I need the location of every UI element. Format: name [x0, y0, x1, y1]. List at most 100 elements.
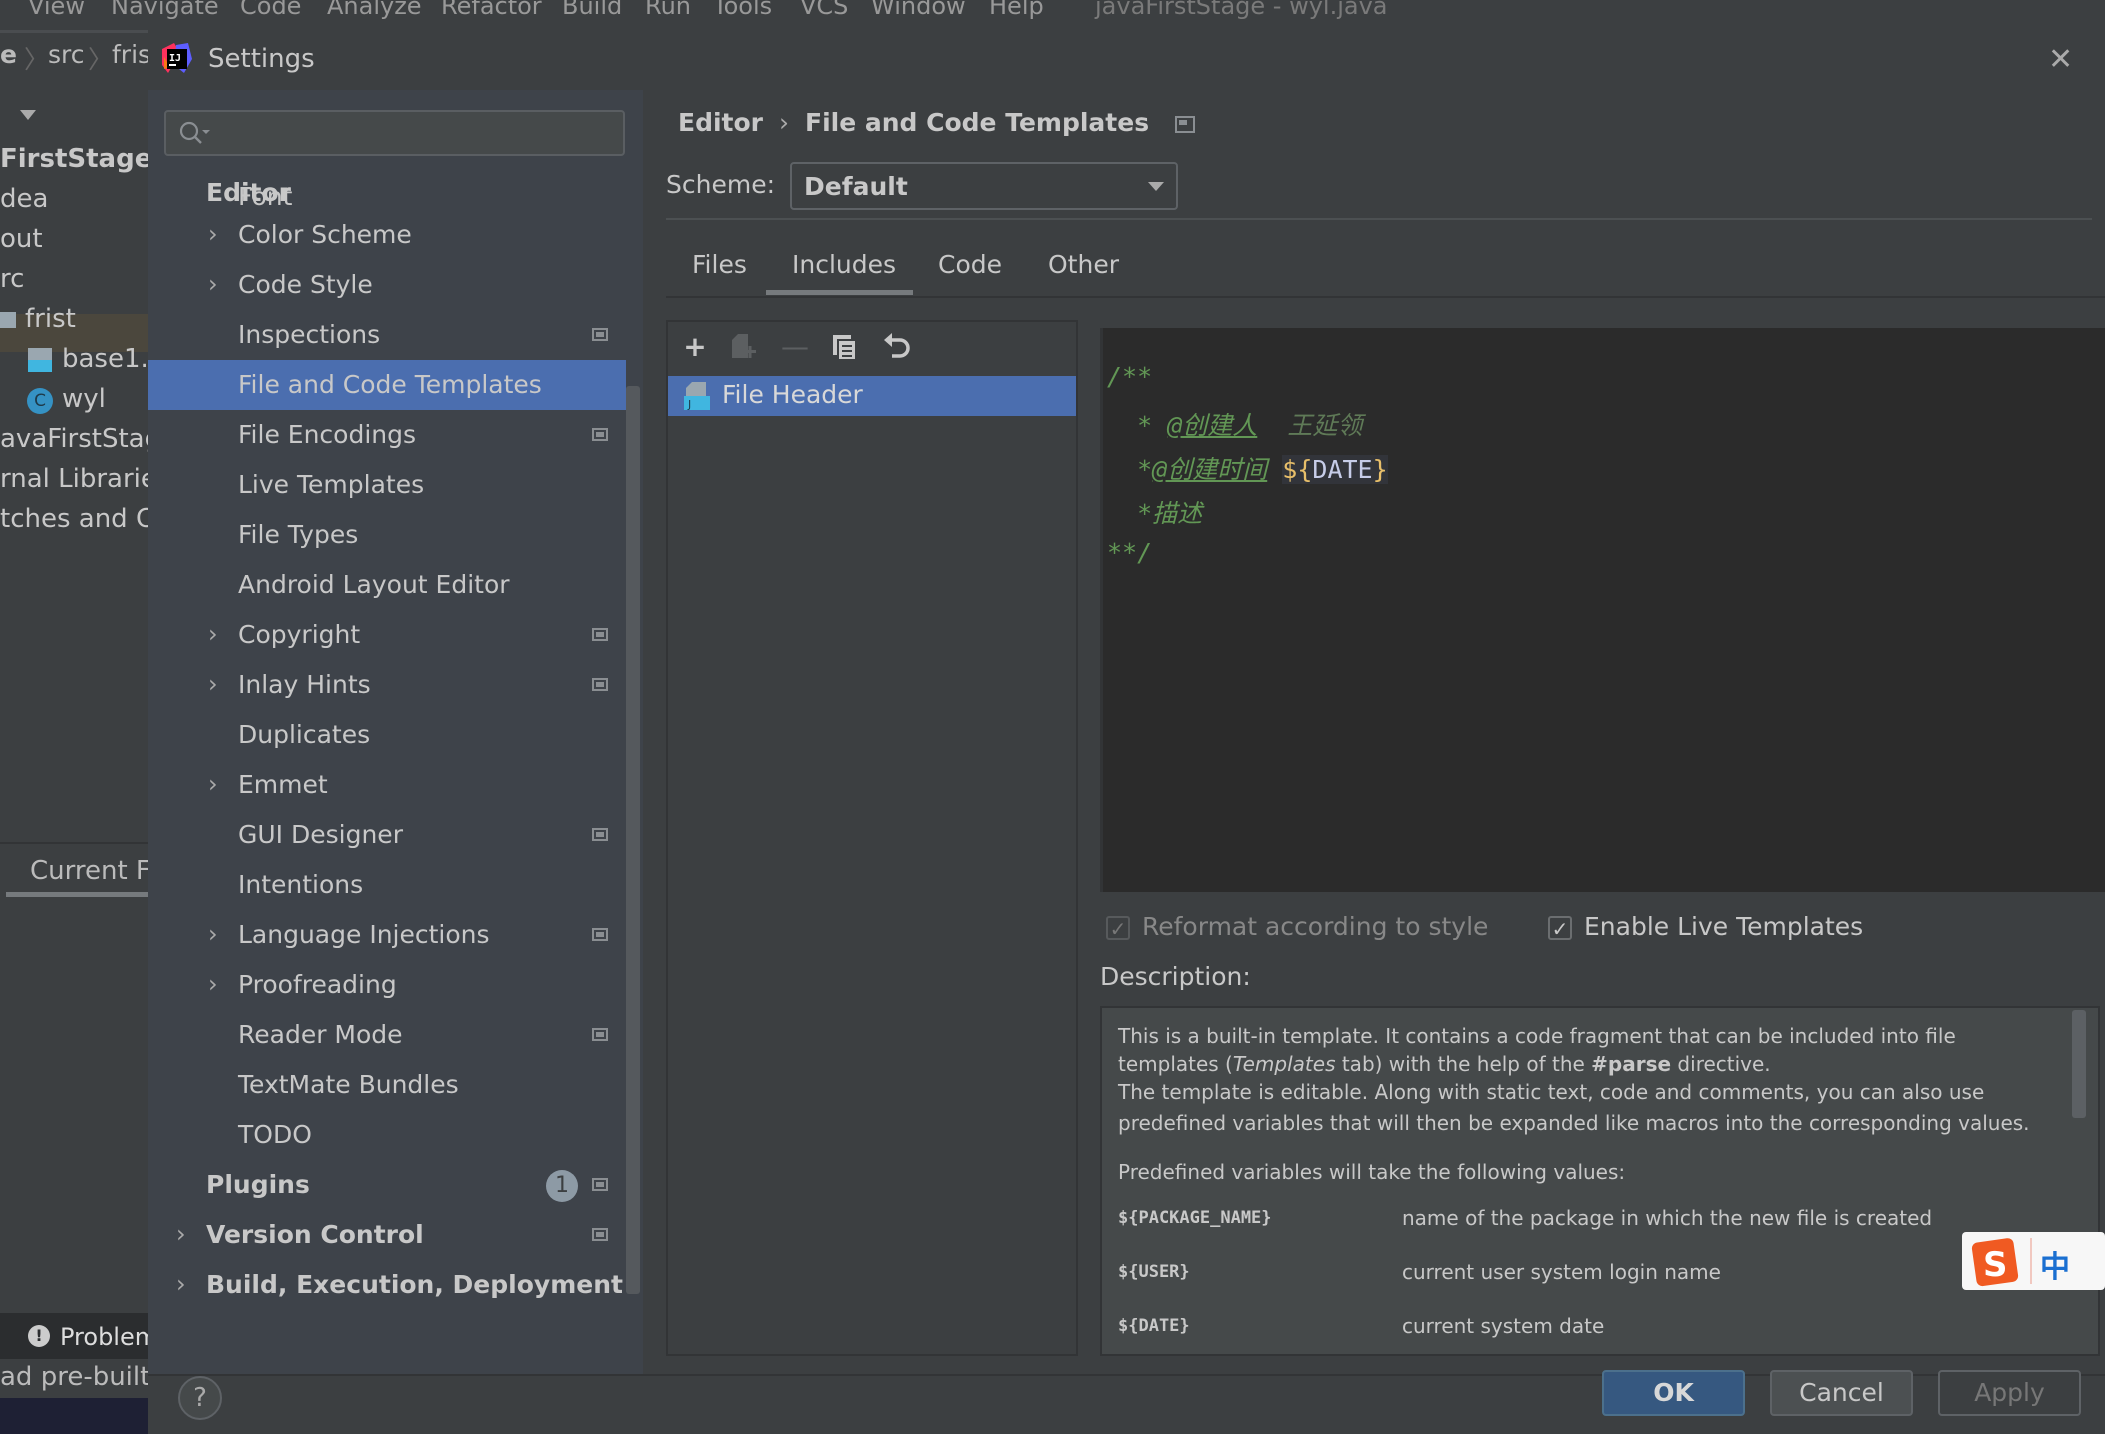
- tab-files[interactable]: Files: [692, 250, 747, 279]
- enable-live-templates-checkbox[interactable]: ✓ Enable Live Templates: [1548, 912, 1863, 941]
- settings-search-input[interactable]: [164, 110, 625, 156]
- description-scrollbar[interactable]: [2072, 1010, 2086, 1118]
- chevron-right-icon[interactable]: ›: [208, 920, 218, 948]
- nav-item-code-style[interactable]: › Code Style: [148, 260, 626, 310]
- chevron-right-icon[interactable]: ›: [208, 670, 218, 698]
- chevron-right-icon[interactable]: ›: [208, 220, 218, 248]
- menu-help[interactable]: Help: [989, 0, 1044, 20]
- help-button[interactable]: ?: [178, 1376, 222, 1420]
- description-text: predefined variables that will then be e…: [1118, 1111, 2030, 1135]
- project-scope-icon: [592, 828, 608, 841]
- settings-breadcrumb: Editor › File and Code Templates: [678, 108, 1196, 137]
- problems-tool-tab[interactable]: ! Problem: [0, 1313, 158, 1359]
- nav-item-gui-designer[interactable]: GUI Designer: [148, 810, 626, 860]
- tab-includes[interactable]: Includes: [792, 250, 896, 279]
- chevron-right-icon[interactable]: ›: [176, 1220, 186, 1248]
- copy-icon[interactable]: [828, 330, 862, 364]
- description-text: This is a built-in template. It contains…: [1118, 1024, 1956, 1048]
- dialog-title-bar: IJ Settings ✕: [148, 30, 2105, 90]
- menu-tools[interactable]: Tools: [713, 0, 772, 20]
- template-editor[interactable]: /** * @创建人 王延领 *@创建时间 ${DATE} *描述 **/: [1100, 328, 2105, 892]
- nav-item-live-templates[interactable]: Live Templates: [148, 460, 626, 510]
- template-list-panel: + — J File Header: [666, 320, 1078, 1356]
- chevron-right-icon[interactable]: ›: [208, 270, 218, 298]
- nav-item-proofreading[interactable]: › Proofreading: [148, 960, 626, 1010]
- menu-analyze[interactable]: Analyze: [327, 0, 422, 20]
- menu-refactor[interactable]: Refactor: [441, 0, 542, 20]
- nav-scrollbar[interactable]: [626, 386, 640, 1294]
- breadcrumb-item[interactable]: src: [48, 40, 85, 69]
- nav-item-file-encodings[interactable]: File Encodings: [148, 410, 626, 460]
- variable-description: current user system login name: [1402, 1260, 1721, 1284]
- breadcrumb-item[interactable]: e: [0, 40, 17, 69]
- scheme-select[interactable]: Default: [790, 162, 1178, 210]
- chevron-right-icon[interactable]: ›: [208, 770, 218, 798]
- divider: [666, 296, 2105, 298]
- project-scope-icon: [592, 1028, 608, 1041]
- tab-current-file[interactable]: Current Fil: [0, 850, 163, 897]
- nav-item-reader-mode[interactable]: Reader Mode: [148, 1010, 626, 1060]
- ok-button[interactable]: OK: [1602, 1370, 1745, 1416]
- nav-item-build-execution-deployment[interactable]: › Build, Execution, Deployment: [148, 1260, 626, 1310]
- nav-item-inspections[interactable]: Inspections: [148, 310, 626, 360]
- menu-vcs[interactable]: VCS: [800, 0, 848, 20]
- tree-item-scratches[interactable]: tches and Co: [0, 504, 170, 534]
- variable-description: current system date: [1402, 1314, 1605, 1338]
- tab-other[interactable]: Other: [1048, 250, 1119, 279]
- tree-item-frist[interactable]: frist: [25, 304, 76, 334]
- tab-code[interactable]: Code: [938, 250, 1002, 279]
- template-item-file-header[interactable]: J File Header: [668, 376, 1076, 416]
- nav-item-file-types[interactable]: File Types: [148, 510, 626, 560]
- menu-window[interactable]: Window: [871, 0, 966, 20]
- chevron-right-icon[interactable]: ›: [208, 970, 218, 998]
- nav-tree: Editor Font › Color Scheme › Code Style Insp…: [148, 170, 626, 1374]
- scheme-label: Scheme:: [666, 170, 775, 199]
- create-child-icon[interactable]: [728, 330, 762, 364]
- nav-item-android-layout-editor[interactable]: Android Layout Editor: [148, 560, 626, 610]
- nav-header-editor[interactable]: Editor: [148, 170, 626, 218]
- search-field[interactable]: [216, 116, 620, 152]
- nav-item-language-injections[interactable]: › Language Injections: [148, 910, 626, 960]
- chevron-right-icon[interactable]: ›: [208, 620, 218, 648]
- checkbox-icon: ✓: [1548, 916, 1572, 940]
- project-scope-icon: [1175, 115, 1196, 133]
- ime-toolbar[interactable]: S 中: [1962, 1232, 2105, 1290]
- breadcrumb-parent[interactable]: Editor: [678, 108, 763, 137]
- chevron-right-icon[interactable]: ›: [176, 1270, 186, 1298]
- add-icon[interactable]: +: [678, 330, 712, 364]
- menu-code[interactable]: Code: [240, 0, 301, 20]
- divider: [0, 842, 148, 844]
- project-view-selector[interactable]: :: [0, 100, 2, 128]
- tree-item-src[interactable]: rc: [0, 264, 24, 294]
- breadcrumb-item[interactable]: fris: [112, 40, 151, 69]
- nav-item-textmate-bundles[interactable]: TextMate Bundles: [148, 1060, 626, 1110]
- cancel-button[interactable]: Cancel: [1770, 1370, 1913, 1416]
- tree-item-wyl[interactable]: wyl: [62, 384, 106, 414]
- nav-item-copyright[interactable]: › Copyright: [148, 610, 626, 660]
- tree-item-out[interactable]: out: [0, 224, 43, 254]
- nav-item-intentions[interactable]: Intentions: [148, 860, 626, 910]
- tree-item-external-libraries[interactable]: rnal Libraries: [0, 464, 170, 494]
- project-scope-icon: [592, 328, 608, 341]
- nav-item-emmet[interactable]: › Emmet: [148, 760, 626, 810]
- apply-button[interactable]: Apply: [1938, 1370, 2081, 1416]
- reformat-checkbox[interactable]: ✓ Reformat according to style: [1106, 912, 1488, 941]
- ime-mode-indicator[interactable]: 中: [2040, 1242, 2070, 1286]
- nav-item-inlay-hints[interactable]: › Inlay Hints: [148, 660, 626, 710]
- chevron-down-icon[interactable]: [20, 110, 36, 120]
- close-icon[interactable]: ✕: [2048, 42, 2073, 77]
- description-text: Predefined variables will take the follo…: [1118, 1160, 1626, 1184]
- menu-build[interactable]: Build: [562, 0, 622, 20]
- nav-item-plugins[interactable]: Plugins 1: [148, 1160, 626, 1210]
- reset-icon[interactable]: [880, 330, 914, 364]
- nav-item-version-control[interactable]: › Version Control: [148, 1210, 626, 1260]
- menu-view[interactable]: View: [28, 0, 85, 20]
- nav-item-todo[interactable]: TODO: [148, 1110, 626, 1160]
- remove-icon[interactable]: —: [778, 330, 812, 364]
- tree-item-idea[interactable]: dea: [0, 184, 48, 214]
- nav-item-file-and-code-templates[interactable]: File and Code Templates: [148, 360, 626, 410]
- menu-run[interactable]: Run: [645, 0, 691, 20]
- menu-navigate[interactable]: Navigate: [111, 0, 219, 20]
- nav-item-duplicates[interactable]: Duplicates: [148, 710, 626, 760]
- code-line: *描述: [1107, 499, 1203, 528]
